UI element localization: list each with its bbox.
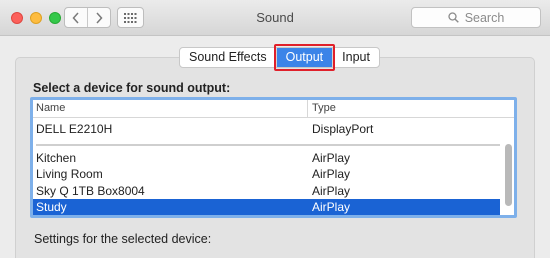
- list-item[interactable]: Living Room AirPlay: [33, 166, 514, 183]
- list-item[interactable]: Kitchen AirPlay: [33, 150, 514, 167]
- tab-output[interactable]: Output: [273, 44, 335, 71]
- settings-label: Settings for the selected device:: [34, 232, 212, 246]
- device-name: Sky Q 1TB Box8004: [36, 183, 145, 198]
- column-header-name[interactable]: Name: [33, 100, 308, 117]
- device-type: AirPlay: [312, 150, 351, 165]
- list-item-selected[interactable]: Study AirPlay: [33, 199, 500, 215]
- output-device-list[interactable]: Name Type DELL E2210H DisplayPort Kitche…: [30, 97, 517, 218]
- tab-bar: Sound Effects Output Input: [179, 44, 380, 71]
- search-input[interactable]: Search: [411, 7, 541, 28]
- device-type: AirPlay: [312, 167, 351, 181]
- search-placeholder: Search: [464, 10, 505, 25]
- device-name: Living Room: [36, 167, 103, 181]
- device-type: AirPlay: [312, 183, 351, 198]
- column-header-type[interactable]: Type: [308, 100, 336, 117]
- tab-sound-effects[interactable]: Sound Effects: [180, 48, 276, 67]
- section-heading: Select a device for sound output:: [33, 81, 231, 95]
- list-item[interactable]: Sky Q 1TB Box8004 AirPlay: [33, 183, 514, 200]
- title-bar: Sound Search: [0, 0, 550, 36]
- device-type: AirPlay: [312, 200, 351, 214]
- device-type: DisplayPort: [312, 122, 374, 136]
- scrollbar[interactable]: [505, 144, 512, 206]
- device-name: DELL E2210H: [36, 122, 113, 136]
- search-icon: [448, 12, 459, 23]
- device-name: Kitchen: [36, 150, 77, 165]
- tab-input[interactable]: Input: [332, 48, 379, 67]
- list-item[interactable]: DELL E2210H DisplayPort: [33, 121, 514, 138]
- device-name: Study: [36, 200, 67, 214]
- list-header: Name Type: [33, 100, 514, 118]
- list-separator: [33, 138, 514, 150]
